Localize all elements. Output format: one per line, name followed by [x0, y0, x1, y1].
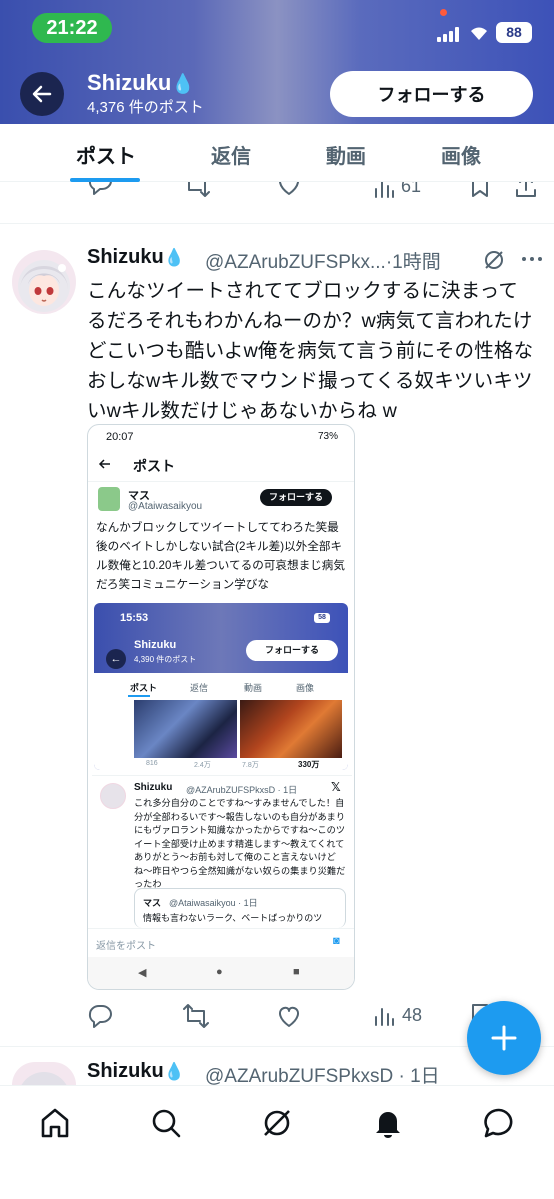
- x-logo-icon: 𝕏: [331, 780, 341, 794]
- nav-home[interactable]: [38, 1106, 72, 1140]
- compose-button[interactable]: [467, 1001, 541, 1075]
- more-icon[interactable]: [520, 254, 544, 264]
- recording-indicator: [440, 9, 447, 16]
- status-time: 21:22: [32, 13, 112, 43]
- inner-profile-name: Shizuku: [134, 639, 177, 651]
- inner-back-icon: ←: [106, 649, 126, 669]
- nav-search[interactable]: [149, 1106, 183, 1140]
- avatar[interactable]: [12, 250, 76, 314]
- water-drop-emoji: 💧: [163, 248, 185, 267]
- signal-icon: [437, 26, 463, 42]
- inner-tab-posts: ポスト: [130, 683, 158, 693]
- tweet-author-name[interactable]: Shizuku💧: [87, 246, 185, 269]
- inner-image-right: [240, 700, 342, 758]
- android-home-icon: ●: [216, 966, 223, 978]
- quote-name: Shizuku: [134, 782, 173, 793]
- android-back-icon: ◀: [138, 967, 147, 979]
- screenshot-battery: 73%: [318, 431, 339, 442]
- bell-icon: [376, 1112, 400, 1138]
- nested-quote: マス @Ataiwasaikyou · 1日 情報も言わないラーク、ベートばっか…: [134, 888, 346, 928]
- views-icon[interactable]: [373, 182, 395, 199]
- reply-icon[interactable]: [87, 182, 113, 196]
- views-count: 48: [402, 1005, 423, 1025]
- inner-stat-likes: 7.8万: [242, 762, 259, 769]
- back-button[interactable]: [20, 72, 64, 116]
- follow-button[interactable]: フォローする: [330, 71, 533, 117]
- profile-name: Shizuku💧: [87, 70, 196, 95]
- nav-messages[interactable]: [482, 1106, 516, 1140]
- nested-text: 情報も言わないラーク、ベートばっかりのツ: [143, 913, 323, 923]
- tab-videos[interactable]: 動画: [326, 140, 366, 169]
- screenshot-text: なんかブロックしてツイートしててわろた笑最後のベイトしかしない試合(2キル差)以…: [96, 521, 345, 591]
- inner-tab-videos: 動画: [244, 683, 263, 693]
- inner-stat-views: 330万: [298, 760, 320, 769]
- water-drop-emoji: 💧: [163, 1062, 185, 1081]
- bookmark-icon[interactable]: [469, 182, 491, 200]
- nested-name: マス: [143, 898, 162, 908]
- quote-text: これ多分自分のことですね〜すみませんでした！自分が全部わるいです〜報告しないのも…: [134, 798, 346, 889]
- screenshot-user-avatar: [98, 487, 120, 511]
- next-avatar[interactable]: [12, 1062, 76, 1085]
- reply-input-placeholder: 返信をポスト: [96, 941, 156, 952]
- prev-tweet-actions: 61: [0, 182, 554, 224]
- inner-stat-reposts: 2.4万: [194, 762, 211, 769]
- grok-icon[interactable]: [482, 248, 506, 272]
- like-icon[interactable]: [276, 182, 302, 198]
- inner-screenshot: 15:53 58 ← Shizuku 4,390 件のポスト フォローする ポス…: [94, 603, 348, 770]
- reply-icon[interactable]: [87, 1003, 113, 1029]
- profile-header: 21:22 88 Shizuku💧 4,376 件のポスト フォローする: [0, 0, 554, 124]
- search-icon: [152, 1109, 181, 1138]
- grok-icon: [264, 1110, 290, 1136]
- views-icon[interactable]: [373, 1005, 395, 1027]
- inner-battery: 58: [314, 613, 330, 623]
- views-count: 61: [401, 182, 422, 196]
- quote-handle: @AZArubZUFSPkxsD · 1日: [186, 785, 298, 795]
- bottom-nav: [0, 1085, 554, 1199]
- screenshot-user-handle: @Ataiwasaikyou: [128, 501, 203, 512]
- post-count: 4,376 件のポスト: [87, 99, 204, 116]
- arrow-left-icon: [32, 85, 52, 103]
- profile-tabs: ポスト 返信 動画 画像: [0, 124, 554, 182]
- camera-icon: ◙: [333, 935, 340, 947]
- screenshot-follow-button: フォローする: [260, 489, 332, 506]
- water-drop-emoji: 💧: [171, 74, 196, 95]
- tab-images[interactable]: 画像: [441, 140, 481, 169]
- nav-grok[interactable]: [260, 1106, 294, 1140]
- tab-posts[interactable]: ポスト: [76, 140, 136, 169]
- chat-bubble-icon: [484, 1108, 513, 1138]
- inner-tab-replies: 返信: [190, 683, 209, 693]
- inner-post-count: 4,390 件のポスト: [134, 655, 197, 664]
- tweet-handle-time: @AZArubZUFSPkx...·1時間: [205, 252, 441, 273]
- inner-status-time: 15:53: [120, 612, 149, 624]
- next-tweet-handle-time: @AZArubZUFSPkxsD · 1日: [205, 1066, 440, 1087]
- inner-tab-images: 画像: [296, 683, 315, 693]
- screenshot-back-icon: [98, 459, 110, 469]
- battery-icon: 88: [496, 22, 532, 43]
- home-icon: [41, 1108, 69, 1138]
- wifi-icon: [468, 22, 490, 42]
- tab-replies[interactable]: 返信: [211, 140, 251, 169]
- screenshot-status-time: 20:07: [106, 431, 134, 443]
- like-icon[interactable]: [276, 1004, 302, 1030]
- inner-follow-button: フォローする: [246, 640, 338, 661]
- next-tweet-author-name[interactable]: Shizuku💧: [87, 1060, 185, 1083]
- tweet-text: こんなツイートされててブロックするに決まってるだろそれもわかんねーのか？w病気て…: [87, 280, 534, 422]
- inner-stat-replies: 816: [146, 760, 158, 767]
- inner-image-left: [134, 700, 237, 758]
- tweet-actions: 48: [87, 1000, 527, 1034]
- repost-icon[interactable]: [183, 182, 211, 198]
- nested-handle: @Ataiwasaikyou · 1日: [169, 898, 258, 908]
- screenshot-header-title: ポスト: [133, 458, 175, 474]
- share-icon[interactable]: [514, 182, 538, 200]
- quote-avatar: [100, 783, 126, 809]
- repost-icon[interactable]: [182, 1003, 210, 1029]
- nav-notifications[interactable]: [371, 1106, 405, 1140]
- android-recent-icon: ■: [293, 966, 300, 978]
- plus-icon: [491, 1025, 517, 1051]
- tweet-image[interactable]: 20:07 73% ポスト マス @Ataiwasaikyou フォローする な…: [87, 424, 355, 990]
